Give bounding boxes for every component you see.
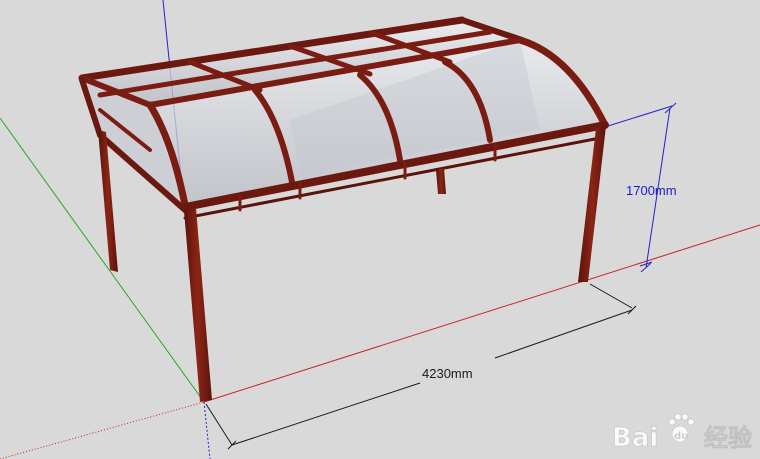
watermark-suffix: 经验: [704, 424, 752, 452]
width-tick-left: [227, 440, 237, 450]
blue-axis-hidden: [203, 401, 211, 459]
width-ext-right: [589, 283, 633, 309]
svg-text:du: du: [674, 431, 688, 442]
height-label: 1700mm: [626, 183, 677, 198]
watermark-brand: Bai: [612, 423, 658, 453]
post-front-right: [578, 126, 606, 282]
height-ext-top: [607, 105, 673, 127]
width-dim-line-right: [494, 309, 633, 359]
watermark: Bai du 经验: [612, 413, 752, 453]
width-dimension: [205, 283, 637, 450]
red-axis: [203, 224, 760, 403]
red-axis-hidden: [0, 401, 205, 459]
sketchup-viewport[interactable]: 1700mm 4230mm Bai du 经验: [0, 0, 760, 459]
width-dim-line-left: [231, 382, 421, 446]
post-back-right: [436, 168, 446, 194]
width-label: 4230mm: [422, 366, 473, 381]
width-tick-right: [627, 305, 637, 315]
width-ext-left: [205, 403, 233, 446]
paw-logo-icon: du: [668, 413, 695, 443]
post-front-left: [184, 208, 212, 402]
model-canvas[interactable]: 1700mm 4230mm Bai du 经验: [0, 0, 760, 459]
